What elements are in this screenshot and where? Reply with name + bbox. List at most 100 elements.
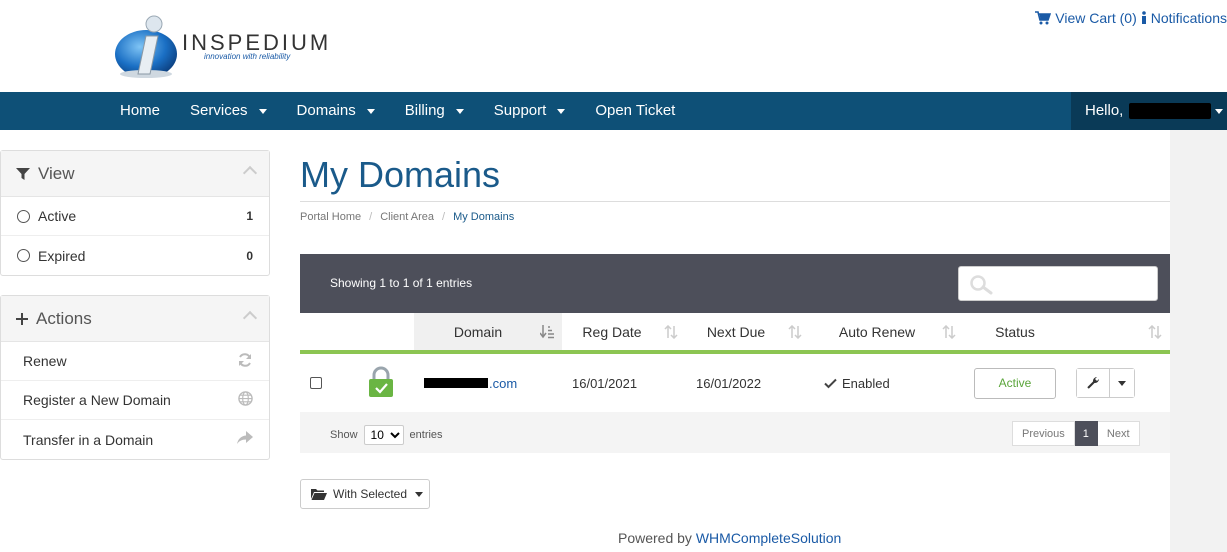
title-divider	[300, 201, 1170, 202]
caret-down-icon	[366, 108, 375, 114]
breadcrumb-my-domains: My Domains	[453, 211, 515, 223]
table-footer: Show 10 entries Previous 1 Next	[300, 412, 1170, 453]
col-next-due[interactable]: Next Due	[686, 313, 810, 354]
expired-count: 0	[246, 248, 253, 263]
col-auto-renew[interactable]: Auto Renew	[810, 313, 964, 354]
view-panel-title: View	[38, 163, 75, 183]
table-header: Domain Reg Date Next Due Auto Renew Stat…	[300, 313, 1170, 354]
auto-renew-value: Enabled	[842, 375, 890, 391]
col-status[interactable]: Status	[964, 313, 1066, 354]
main-navbar: Home Services Domains Billing Support Op…	[0, 92, 1227, 130]
sort-desc-icon	[539, 325, 554, 342]
radio-icon	[17, 249, 30, 262]
nav-item-home[interactable]: Home	[105, 92, 175, 130]
page-length-control: Show 10 entries	[330, 425, 443, 445]
chevron-up-icon[interactable]	[242, 165, 258, 181]
breadcrumb: Portal Home / Client Area / My Domains	[300, 211, 515, 223]
filter-expired[interactable]: Expired 0	[1, 236, 269, 275]
next-due-cell: 16/01/2022	[696, 375, 762, 391]
active-count: 1	[246, 209, 253, 223]
checkmark-icon	[824, 378, 837, 389]
top-header: INSPEDIUM innovation with reliability Vi…	[0, 0, 1227, 92]
domain-link[interactable]: .com	[424, 376, 517, 391]
nav-item-services[interactable]: Services	[175, 92, 282, 130]
col-actions[interactable]	[1066, 313, 1170, 354]
globe-icon	[238, 391, 253, 409]
actions-panel-header[interactable]: Actions	[1, 296, 269, 342]
sort-icon	[1148, 324, 1162, 342]
sort-icon	[664, 324, 678, 342]
view-panel-header[interactable]: View	[1, 151, 269, 197]
col-reg-date[interactable]: Reg Date	[562, 313, 686, 354]
pagination-previous[interactable]: Previous	[1012, 421, 1075, 446]
manage-button[interactable]	[1077, 369, 1109, 397]
page-title: My Domains	[300, 154, 501, 195]
nav-item-support[interactable]: Support	[479, 92, 581, 130]
notifications-label: Notifications	[1150, 10, 1227, 26]
caret-down-icon	[1118, 380, 1126, 386]
page-length-select[interactable]: 10	[363, 425, 404, 445]
info-icon	[1141, 11, 1146, 24]
col-domain[interactable]: Domain	[414, 313, 562, 354]
brand-logo[interactable]: INSPEDIUM innovation with reliability	[112, 12, 342, 84]
row-actions-group	[1076, 368, 1135, 398]
actions-panel-title: Actions	[36, 308, 92, 328]
table-toolbar: Showing 1 to 1 of 1 entries	[300, 254, 1170, 313]
plus-icon	[16, 312, 28, 325]
ssl-lock-icon	[368, 366, 394, 401]
filter-active[interactable]: Active 1	[1, 197, 269, 236]
caret-down-icon	[557, 108, 566, 114]
table-row[interactable]: .com 16/01/2021 16/01/2022 Enabled Activ…	[300, 354, 1170, 412]
redacted-domain-name	[424, 378, 488, 388]
cart-icon	[1035, 11, 1052, 25]
sort-icon	[788, 324, 802, 342]
col-select	[300, 313, 348, 354]
col-ssl	[348, 313, 414, 354]
nav-menu: Home Services Domains Billing Support Op…	[105, 92, 690, 130]
action-register-domain[interactable]: Register a New Domain	[1, 381, 269, 420]
pagination: Previous 1 Next	[1012, 421, 1140, 446]
brand-tagline: innovation with reliability	[204, 52, 291, 61]
chevron-up-icon[interactable]	[242, 310, 258, 326]
pagination-next[interactable]: Next	[1097, 421, 1140, 446]
filter-icon	[16, 167, 30, 181]
status-badge[interactable]: Active	[974, 367, 1056, 399]
account-menu[interactable]: Hello,	[1071, 92, 1227, 130]
action-transfer-domain[interactable]: Transfer in a Domain	[1, 420, 269, 459]
nav-item-open-ticket[interactable]: Open Ticket	[580, 92, 690, 130]
action-renew[interactable]: Renew	[1, 342, 269, 381]
footer-powered-by: Powered by WHMCompleteSolution	[618, 530, 842, 546]
row-actions-dropdown[interactable]	[1109, 369, 1134, 397]
pagination-page-1[interactable]: 1	[1074, 421, 1098, 446]
showing-entries-text: Showing 1 to 1 of 1 entries	[330, 276, 473, 290]
table-search[interactable]	[958, 266, 1158, 301]
refresh-icon	[237, 352, 253, 371]
radio-icon	[17, 209, 30, 223]
whmcs-link[interactable]: WHMCompleteSolution	[696, 530, 842, 546]
search-icon	[969, 275, 993, 300]
notifications-link[interactable]: Notifications	[1141, 10, 1227, 26]
logo-mark-icon	[115, 15, 177, 78]
row-checkbox[interactable]	[310, 377, 322, 389]
nav-item-billing[interactable]: Billing	[390, 92, 479, 130]
caret-down-icon	[258, 108, 267, 114]
breadcrumb-portal-home[interactable]: Portal Home	[300, 211, 361, 223]
view-cart-label: View Cart (0)	[1055, 10, 1137, 26]
sidebar-actions-panel: Actions Renew Register a New Domain Tran…	[0, 295, 270, 460]
caret-down-icon	[455, 108, 464, 114]
reg-date-cell: 16/01/2021	[572, 375, 638, 391]
caret-down-icon	[415, 491, 424, 497]
right-gutter	[1170, 130, 1227, 552]
wrench-icon	[1087, 376, 1100, 389]
greeting-label: Hello,	[1085, 102, 1124, 119]
share-arrow-icon	[237, 431, 253, 448]
redacted-username	[1129, 103, 1212, 119]
nav-item-domains[interactable]: Domains	[282, 92, 390, 130]
sidebar-view-panel: View Active 1 Expired 0	[0, 150, 270, 276]
breadcrumb-client-area[interactable]: Client Area	[380, 211, 434, 223]
view-cart-link[interactable]: View Cart (0)	[1035, 10, 1137, 26]
top-links: View Cart (0) Notifications	[1035, 10, 1227, 26]
sort-icon	[942, 324, 956, 342]
with-selected-button[interactable]: With Selected	[300, 479, 430, 509]
folder-open-icon	[311, 488, 327, 500]
